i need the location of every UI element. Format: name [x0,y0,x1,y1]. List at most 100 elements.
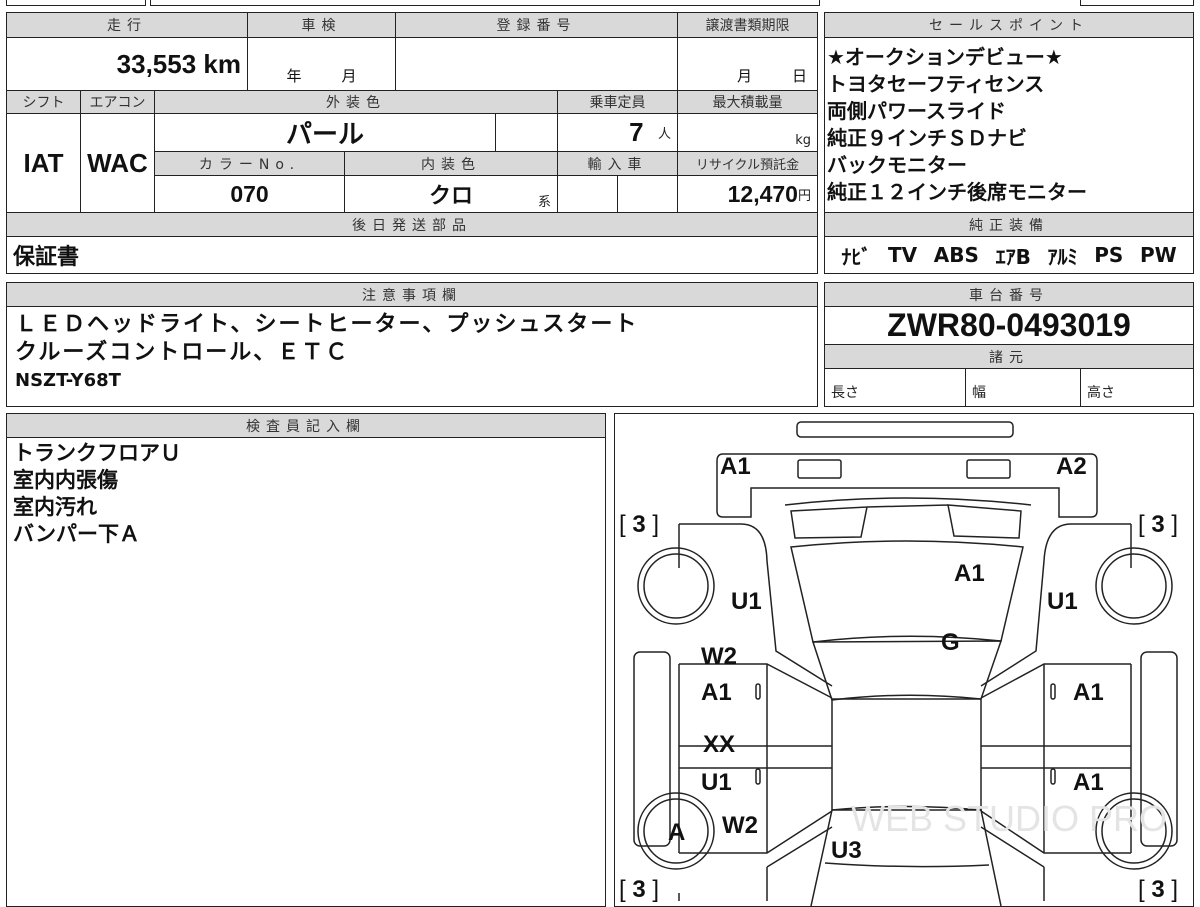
left-step [633,651,671,847]
length-cell: 長さ [824,368,966,407]
recycle-amount: 12,470 [727,180,798,207]
equipment-item: TV [888,243,918,267]
roof-shape [790,540,1024,643]
later-parts-value: 保証書 [6,236,818,274]
transfer-deadline-value: 月日 [677,37,818,91]
equipment-item: ｴｱB [995,244,1031,269]
note-line: NSZT-Y68T [15,370,121,391]
mark-left-rear-door-1: W2 [701,643,737,670]
inspector-line: 室内内張傷 [13,468,118,492]
capacity-header: 乗車定員 [557,90,678,114]
mileage-unit: km [203,48,241,79]
mark-left-front-wheel: A [668,819,685,846]
equipment-header: 純正装備 [824,212,1194,237]
color-no-header: カラーNo. [154,151,345,176]
mark-right-rear-fender: U1 [1047,588,1078,615]
mark-left-front-door-2: U1 [701,769,732,796]
interior-color-suffix: 系 [537,194,551,209]
day-unit: 日 [791,67,807,85]
width-cell: 幅 [965,368,1081,407]
registration-header: 登録番号 [395,12,678,38]
top-cutoff-cell [6,0,146,6]
recycle-unit: 円 [797,187,811,203]
mark-rear-right: A2 [1056,453,1087,480]
import-value-1 [557,175,618,213]
notes-box: ＬＥＤヘッドライト、シートヒーター、プッシュスタート クルーズコントロール、ＥＴＣ… [6,306,818,407]
recycle-value: 12,470 円 [677,175,818,213]
inspector-line: バンパー下Ａ [13,522,141,546]
shift-header: シフト [6,90,81,114]
notes-header: 注意事項欄 [6,282,818,307]
equipment-item: ﾅﾋﾞ [841,244,872,269]
mark-roof: A1 [954,560,985,587]
tail-light-left [797,459,842,479]
rear-panel-shape [716,453,1098,518]
equipment-item: PS [1094,243,1124,267]
mark-hood: U3 [831,837,862,864]
hood-center [831,698,982,811]
top-cutoff-cell [1080,0,1194,6]
sales-point: 純正１２インチ後席モニター [827,180,1087,204]
year-unit: 年 [286,67,302,85]
inspection-header: 車検 [247,12,396,38]
max-load-value: kg [677,113,818,152]
chassis-number: ZWR80-0493019 [824,306,1194,345]
chassis-header: 車台番号 [824,282,1194,307]
tire-tread-rl: [ 3 ] [619,511,659,538]
equipment-item: ｱﾙﾐ [1047,244,1078,269]
tire-tread-fr: [ 3 ] [1138,876,1178,903]
sales-points-header: セールスポイント [824,12,1194,38]
interior-color-text: クロ [428,183,473,208]
damage-diagram: WEB STUDIO PRO [ 3 ] [ 3 ] [ 3 ] [ 3 ] A… [614,413,1194,907]
notes-list: ＬＥＤヘッドライト、シートヒーター、プッシュスタート クルーズコントロール、ＥＴＣ… [15,311,638,395]
max-load-header: 最大積載量 [677,90,818,114]
tire-tread-rr: [ 3 ] [1138,511,1178,538]
ac-header: エアコン [80,90,155,114]
mark-right-front-door: A1 [1073,769,1104,796]
sales-point: 純正９インチＳＤナビ [827,126,1027,150]
spoiler-line [784,497,1032,506]
import-value-2 [617,175,678,213]
mark-left-front-door-1: XX [703,731,735,758]
ac-value: WAC [80,113,155,213]
sales-point: バックモニター [827,153,967,177]
transfer-deadline-header: 譲渡書類期限 [677,12,818,38]
top-cutoff-cell [150,0,820,6]
car-diagram-svg: WEB STUDIO PRO [ 3 ] [ 3 ] [ 3 ] [ 3 ] A… [619,421,1178,906]
capacity-value: 7 人 [557,113,678,152]
color-no-value: 070 [154,175,345,213]
mileage-value: 33,553 km [6,37,248,91]
interior-color-header: 内装色 [344,151,558,176]
mark-left-rear-door-2: A1 [701,679,732,706]
note-line: ＬＥＤヘッドライト、シートヒーター、プッシュスタート [15,312,639,337]
mileage-number: 33,553 [116,48,197,79]
height-cell: 高さ [1080,368,1194,407]
equipment-item: ABS [933,243,979,267]
mileage-header: 走行 [6,12,248,38]
watermark: WEB STUDIO PRO [851,798,1167,839]
inspector-header: 検査員記入欄 [6,413,606,438]
rear-windows [790,504,1022,539]
tail-light-right [966,459,1011,479]
inspector-line: トランクフロアＵ [13,441,181,465]
interior-color-value: クロ 系 [344,175,558,213]
later-parts-header: 後日発送部品 [6,212,818,237]
mark-left-rear-fender: U1 [731,588,762,615]
equipment-item: PW [1139,243,1177,267]
tire-tread-fl: [ 3 ] [619,876,659,903]
capacity-number: 7 [629,117,644,147]
sales-points-box: ★オークションデビュー★ トヨタセーフティセンス 両側パワースライド 純正９インチＳＤ… [824,37,1194,213]
recycle-header: リサイクル預託金 [677,151,818,176]
capacity-unit: 人 [657,126,671,141]
shift-value: IAT [6,113,81,213]
rear-bumper-shape [796,421,1014,438]
note-line: クルーズコントロール、ＥＴＣ [15,340,350,365]
inspector-box: トランクフロアＵ 室内内張傷 室内汚れ バンパー下Ａ [6,437,606,907]
month-unit: 月 [736,67,752,85]
month-unit: 月 [341,67,357,85]
import-header: 輸入車 [557,151,678,176]
sales-point: トヨタセーフティセンス [827,72,1045,96]
inspector-list: トランクフロアＵ 室内内張傷 室内汚れ バンパー下Ａ [13,440,181,548]
sales-points-list: ★オークションデビュー★ トヨタセーフティセンス 両側パワースライド 純正９インチＳＤ… [827,44,1087,206]
exterior-color-extra [495,113,558,152]
